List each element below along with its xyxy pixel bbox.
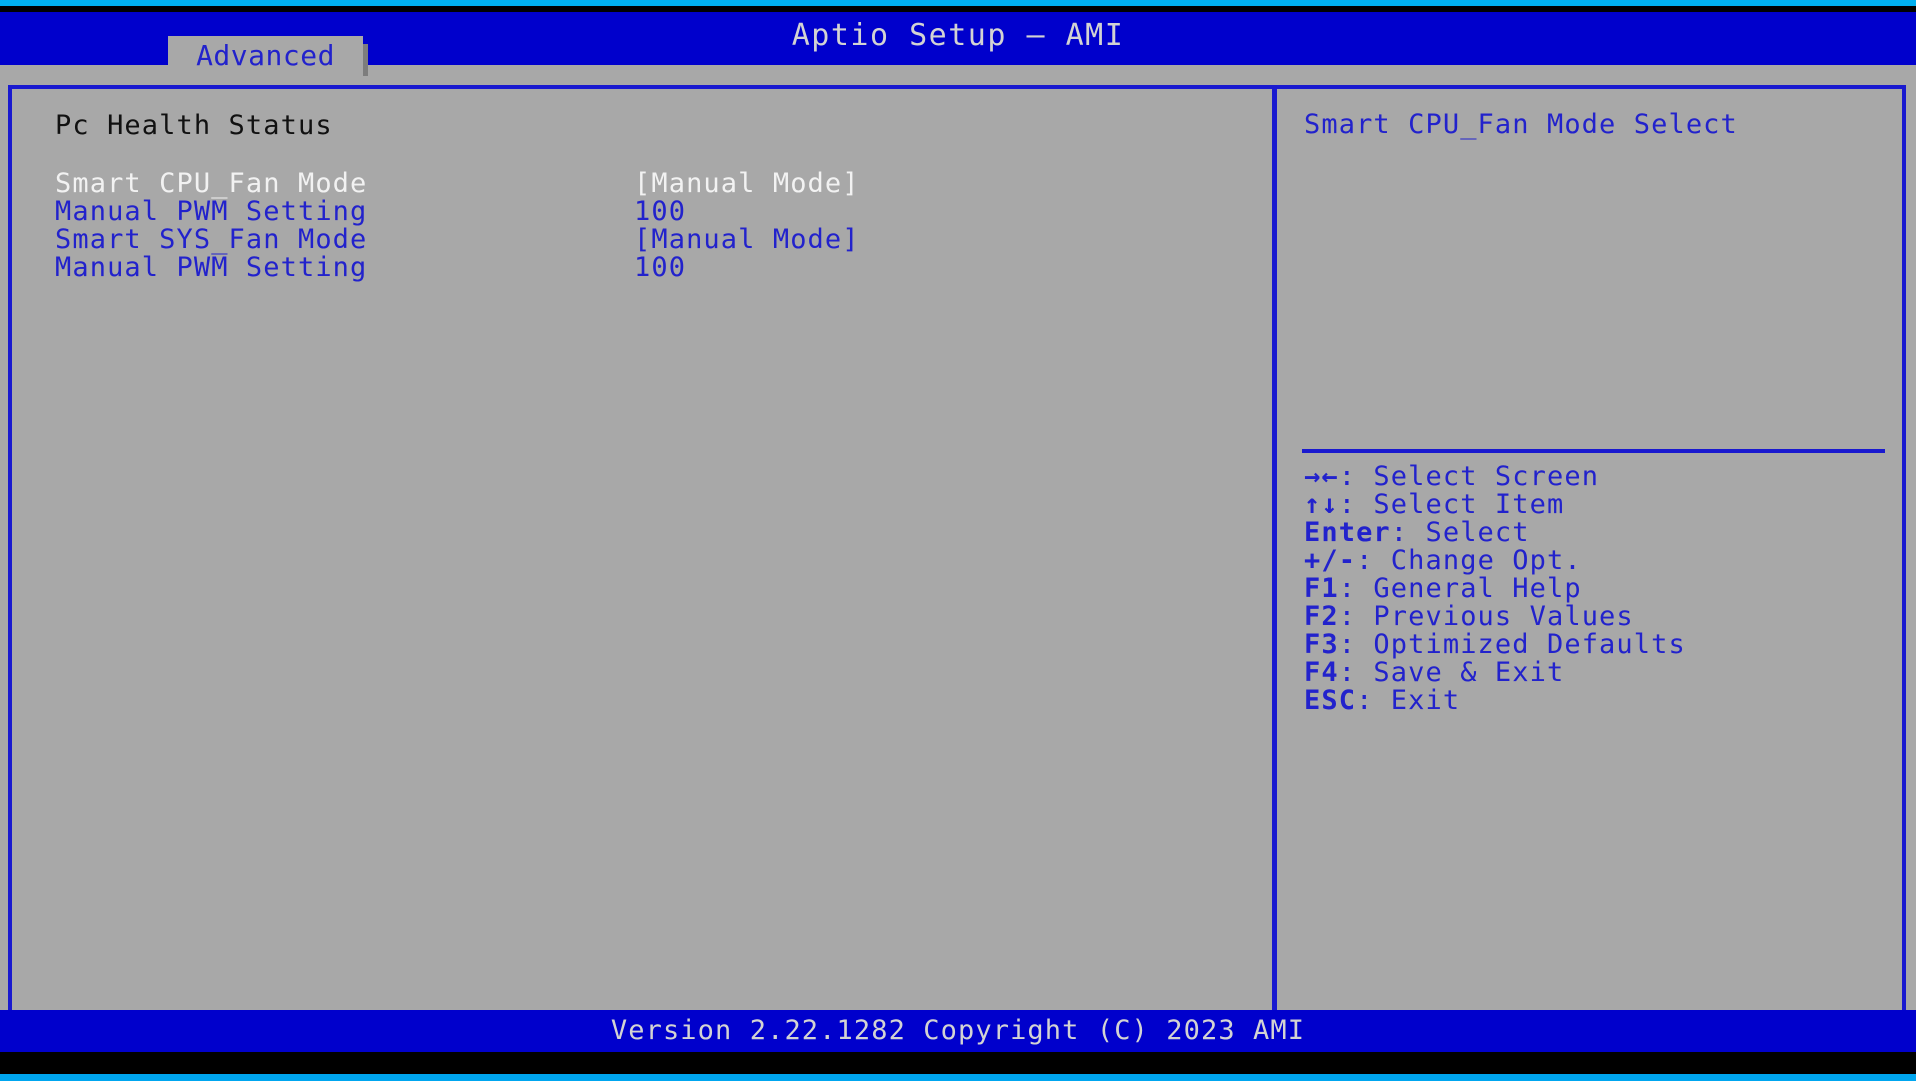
help-separator bbox=[1302, 449, 1885, 453]
option-value-smart-cpu-fan-mode[interactable]: [Manual Mode] bbox=[634, 170, 860, 198]
option-label-manual-pwm-setting-cpu: Manual PWM Setting bbox=[55, 196, 368, 227]
legend-row-f1: F1: General Help bbox=[1304, 575, 1894, 603]
legend-row-f2: F2: Previous Values bbox=[1304, 603, 1894, 631]
legend-key-esc: ESC bbox=[1304, 685, 1357, 716]
section-title-pc-health-status: Pc Health Status bbox=[55, 110, 333, 141]
tab-advanced-shadow bbox=[363, 44, 368, 76]
option-label-smart-cpu-fan-mode: Smart CPU_Fan Mode bbox=[55, 168, 368, 199]
legend-key-plus-minus: +/- bbox=[1304, 545, 1357, 576]
footer-bar: Version 2.22.1282 Copyright (C) 2023 AMI bbox=[0, 1010, 1916, 1052]
legend-row-select-item: ↑↓: Select Item bbox=[1304, 491, 1894, 519]
option-row-manual-pwm-setting-cpu[interactable]: Manual PWM Setting 100 bbox=[12, 198, 1272, 226]
option-label-smart-sys-fan-mode: Smart SYS_Fan Mode bbox=[55, 224, 368, 255]
screen-edge-bottom-black bbox=[0, 1052, 1916, 1074]
help-description: Smart CPU_Fan Mode Select bbox=[1304, 109, 1738, 140]
tab-advanced-label: Advanced bbox=[196, 39, 335, 72]
legend-text-change-opt: : Change Opt. bbox=[1356, 545, 1582, 576]
option-value-manual-pwm-setting-sys[interactable]: 100 bbox=[634, 254, 686, 282]
option-row-manual-pwm-setting-sys[interactable]: Manual PWM Setting 100 bbox=[12, 254, 1272, 282]
legend-key-arrows-vertical: ↑↓ bbox=[1304, 489, 1339, 520]
legend-row-enter: Enter: Select bbox=[1304, 519, 1894, 547]
legend-text-f3: : Optimized Defaults bbox=[1338, 629, 1686, 660]
option-row-smart-sys-fan-mode[interactable]: Smart SYS_Fan Mode [Manual Mode] bbox=[12, 226, 1272, 254]
legend-key-f4: F4 bbox=[1304, 657, 1339, 688]
legend-row-esc: ESC: Exit bbox=[1304, 687, 1894, 715]
screen-edge-bottom-cyan bbox=[0, 1074, 1916, 1081]
legend-row-select-screen: →←: Select Screen bbox=[1304, 463, 1894, 491]
legend-key-arrows-horizontal: →← bbox=[1304, 461, 1339, 492]
option-value-manual-pwm-setting-cpu[interactable]: 100 bbox=[634, 198, 686, 226]
option-value-smart-sys-fan-mode[interactable]: [Manual Mode] bbox=[634, 226, 860, 254]
legend-key-f2: F2 bbox=[1304, 601, 1339, 632]
legend-row-change-opt: +/-: Change Opt. bbox=[1304, 547, 1894, 575]
legend-text-select-screen: : Select Screen bbox=[1338, 461, 1600, 492]
legend-row-f4: F4: Save & Exit bbox=[1304, 659, 1894, 687]
tab-advanced[interactable]: Advanced bbox=[168, 36, 363, 76]
footer-version-text: Version 2.22.1282 Copyright (C) 2023 AMI bbox=[610, 1015, 1306, 1046]
key-legend: →←: Select Screen ↑↓: Select Item Enter:… bbox=[1304, 463, 1894, 715]
legend-key-f1: F1 bbox=[1304, 573, 1339, 604]
option-row-smart-cpu-fan-mode[interactable]: Smart CPU_Fan Mode [Manual Mode] bbox=[12, 170, 1272, 198]
option-label-manual-pwm-setting-sys: Manual PWM Setting bbox=[55, 252, 368, 283]
legend-text-f2: : Previous Values bbox=[1338, 601, 1634, 632]
legend-text-select-item: : Select Item bbox=[1338, 489, 1565, 520]
legend-text-f4: : Save & Exit bbox=[1338, 657, 1565, 688]
bios-setup-screen: Aptio Setup – AMI Advanced Pc Health Sta… bbox=[0, 0, 1916, 1081]
legend-text-enter: : Select bbox=[1390, 517, 1530, 548]
legend-text-esc: : Exit bbox=[1356, 685, 1461, 716]
legend-key-enter: Enter bbox=[1304, 517, 1391, 548]
legend-row-f3: F3: Optimized Defaults bbox=[1304, 631, 1894, 659]
options-panel: Pc Health Status Smart CPU_Fan Mode [Man… bbox=[12, 89, 1272, 1010]
legend-key-f3: F3 bbox=[1304, 629, 1339, 660]
legend-text-f1: : General Help bbox=[1338, 573, 1582, 604]
help-panel: Smart CPU_Fan Mode Select →←: Select Scr… bbox=[1277, 89, 1902, 1010]
